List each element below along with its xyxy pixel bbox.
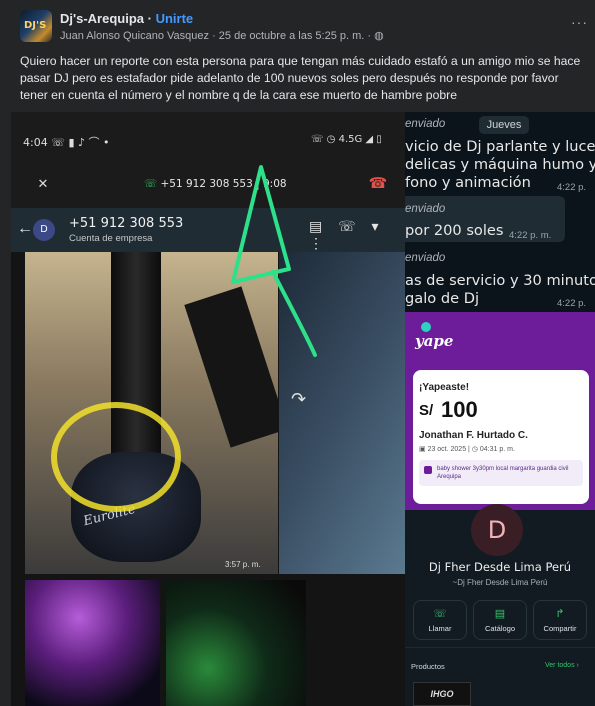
post-text: Quiero hacer un reporte con esta persona… <box>20 54 581 102</box>
yape-logo: yape <box>415 332 454 350</box>
share-icon: ↱ <box>555 608 565 620</box>
yellow-cable <box>51 402 181 512</box>
group-name-link[interactable]: Dj's-Arequipa <box>60 11 144 26</box>
post-header: DJ'S Dj's-Arequipa · Unirte Juan Alonso … <box>0 0 595 48</box>
phone-icon: ☏ <box>433 608 447 620</box>
join-group-link[interactable]: Unirte <box>156 11 194 26</box>
yape-date-time: ▣ 23 oct. 2025 | ◷ 04:31 p. m. <box>419 446 515 453</box>
green-lights-photo[interactable] <box>166 580 306 706</box>
more-options-button[interactable]: ··· <box>571 14 588 30</box>
yape-recipient: Jonathan F. Hurtado C. <box>419 430 528 441</box>
msg2-text: por 200 soles <box>405 222 504 239</box>
separator: · <box>144 11 156 26</box>
yape-currency: S/ <box>419 402 434 419</box>
contact-avatar[interactable]: D <box>33 219 55 241</box>
phone-icon: ☏ <box>144 178 161 190</box>
phone-hangup-icon[interactable]: ☎ <box>366 172 390 196</box>
right-screenshot[interactable]: Jueves enviado vicio de Dj parlante y lu… <box>405 112 595 706</box>
clock-icon: ◷ <box>471 446 480 453</box>
msg3-line1: as de servicio y 30 minutos <box>405 272 595 289</box>
forward-icon[interactable]: ↷ <box>291 389 306 410</box>
profile-avatar[interactable]: D <box>471 504 523 556</box>
store-icon: ▤ <box>494 608 506 620</box>
call-button[interactable]: ☏ Llamar <box>413 600 467 640</box>
post-media[interactable]: 4:04 ☏ ▮ ♪ ⌒ • ☏ ◷ 4.5G ◢ ▯ ✕ ☏ +51 912 … <box>11 112 595 706</box>
message-icon <box>424 466 432 474</box>
see-all-link[interactable]: Ver todos › <box>545 662 579 669</box>
status-time: 4:04 ☏ ▮ ♪ ⌒ • <box>23 136 110 149</box>
author-line: Juan Alonso Quicano Vasquez · 25 de octu… <box>60 30 384 42</box>
back-arrow-icon[interactable]: ← <box>17 220 33 238</box>
status-icons-right: ☏ ◷ 4.5G ◢ ▯ <box>311 134 382 145</box>
photo-time: 3:57 p. m. <box>225 560 261 569</box>
annotation-arrow-icon <box>231 165 317 357</box>
profile-name: Dj Fher Desde Lima Perú <box>428 560 572 574</box>
msg1-time: 4:22 p. <box>557 182 587 193</box>
party-lights-photo[interactable] <box>25 580 160 706</box>
products-label: Productos <box>411 662 445 671</box>
calendar-icon: ▣ <box>419 446 428 453</box>
contact-number: +51 912 308 553 <box>69 216 184 231</box>
msg3-status: enviado <box>405 252 446 264</box>
yape-message: baby shower 3y30pm local margarita guard… <box>419 460 583 486</box>
author-name[interactable]: Juan Alonso Quicano Vasquez <box>60 30 209 42</box>
status-icons-left: ☏ ▮ ♪ ⌒ • <box>51 136 110 149</box>
msg1-line2: delicas y máquina humo y <box>405 156 595 173</box>
globe-icon: ◍ <box>374 30 384 42</box>
group-avatar[interactable]: DJ'S <box>20 10 52 42</box>
post-timestamp[interactable]: 25 de octubre a las 5:25 p. m. <box>219 30 365 42</box>
left-screenshot[interactable]: 4:04 ☏ ▮ ♪ ⌒ • ☏ ◷ 4.5G ◢ ▯ ✕ ☏ +51 912 … <box>11 112 405 706</box>
msg3-line2: galo de Dj <box>405 290 480 307</box>
yape-drop-icon <box>421 322 431 332</box>
mic-off-icon[interactable]: ✕ <box>31 172 55 196</box>
share-button[interactable]: ↱ Compartir <box>533 600 587 640</box>
msg1-line1: vicio de Dj parlante y luces <box>405 138 595 155</box>
catalog-button[interactable]: ▤ Catálogo <box>473 600 527 640</box>
day-pill: Jueves <box>479 116 529 134</box>
msg2-time: 4:22 p. m. <box>509 230 552 241</box>
profile-subtitle: ~Dj Fher Desde Lima Perú <box>452 578 548 587</box>
contact-subtitle: Cuenta de empresa <box>69 233 153 244</box>
msg2-status: enviado <box>405 203 446 215</box>
group-name-line: Dj's-Arequipa · Unirte <box>60 11 193 26</box>
msg3-time: 4:22 p. <box>557 298 587 309</box>
avatar-text: DJ'S <box>24 20 47 31</box>
yape-amount: 100 <box>441 397 478 422</box>
yape-title: ¡Yapeaste! <box>419 382 470 393</box>
product-thumbnail[interactable]: IHGO <box>413 682 471 706</box>
msg1-line3: fono y animación <box>405 174 531 191</box>
msg1-status: enviado <box>405 118 446 130</box>
